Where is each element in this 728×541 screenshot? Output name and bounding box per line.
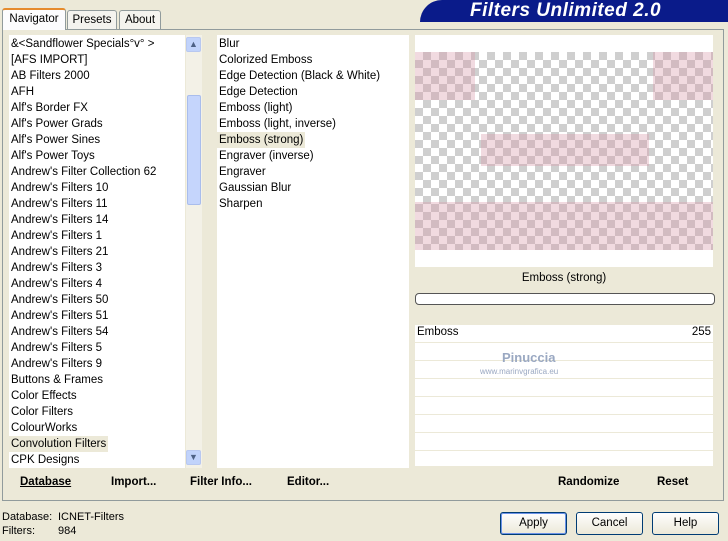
param-row-empty bbox=[415, 415, 713, 433]
category-item[interactable]: Andrew's Filters 3 bbox=[9, 260, 104, 276]
right-action-bar: Randomize Reset bbox=[415, 470, 713, 496]
filter-item[interactable]: Engraver (inverse) bbox=[217, 148, 316, 164]
filter-item[interactable]: Edge Detection bbox=[217, 84, 300, 100]
filter-item[interactable]: Emboss (strong) bbox=[217, 132, 306, 148]
category-item[interactable]: Andrew's Filters 9 bbox=[9, 356, 104, 372]
category-item[interactable]: [AFS IMPORT] bbox=[9, 52, 89, 68]
category-item[interactable]: &<Sandflower Specials°v° > bbox=[9, 36, 156, 52]
filter-info-button[interactable]: Filter Info... bbox=[190, 476, 252, 488]
param-row-empty bbox=[415, 361, 713, 379]
category-item[interactable]: Andrew's Filter Collection 62 bbox=[9, 164, 158, 180]
category-item[interactable]: Andrew's Filters 51 bbox=[9, 308, 110, 324]
scroll-down-icon[interactable]: ▼ bbox=[186, 450, 201, 465]
tab-presets[interactable]: Presets bbox=[67, 10, 117, 29]
app-title: Filters Unlimited 2.0 bbox=[470, 0, 662, 21]
category-list[interactable]: &<Sandflower Specials°v° > [AFS IMPORT] AB… bbox=[9, 35, 185, 468]
randomize-button[interactable]: Randomize bbox=[558, 476, 619, 488]
category-item[interactable]: Buttons & Frames bbox=[9, 372, 105, 388]
category-item[interactable]: Andrew's Filters 11 bbox=[9, 196, 110, 212]
database-button[interactable]: Database bbox=[20, 476, 71, 488]
import-button[interactable]: Import... bbox=[111, 476, 156, 488]
filter-item[interactable]: Colorized Emboss bbox=[217, 52, 314, 68]
apply-button[interactable]: Apply bbox=[500, 512, 567, 535]
filter-item[interactable]: Emboss (light) bbox=[217, 100, 295, 116]
left-action-bar: Database Import... Filter Info... Editor… bbox=[9, 470, 409, 496]
category-item[interactable]: Convolution Filters bbox=[9, 436, 109, 452]
param-row-empty bbox=[415, 379, 713, 397]
filter-item[interactable]: Blur bbox=[217, 36, 241, 52]
category-item[interactable]: Andrew's Filters 1 bbox=[9, 228, 104, 244]
param-row-empty bbox=[415, 397, 713, 415]
param-row-emboss[interactable]: Emboss 255 bbox=[415, 325, 713, 343]
editor-button[interactable]: Editor... bbox=[287, 476, 329, 488]
filter-item[interactable]: Emboss (light, inverse) bbox=[217, 116, 338, 132]
watermark-site: www.marinvgrafica.eu bbox=[480, 367, 559, 376]
help-button[interactable]: Help bbox=[652, 512, 719, 535]
category-item[interactable]: Alf's Power Toys bbox=[9, 148, 97, 164]
current-filter-name: Emboss (strong) bbox=[521, 272, 607, 284]
scroll-thumb[interactable] bbox=[187, 95, 201, 205]
filter-item[interactable]: Edge Detection (Black & White) bbox=[217, 68, 382, 84]
category-item[interactable]: Andrew's Filters 10 bbox=[9, 180, 110, 196]
category-item[interactable]: AB Filters 2000 bbox=[9, 68, 92, 84]
category-item[interactable]: Color Filters bbox=[9, 404, 75, 420]
watermark-name: Pinuccia bbox=[502, 350, 556, 365]
category-item[interactable]: Andrew's Filters 14 bbox=[9, 212, 110, 228]
tab-navigator[interactable]: Navigator bbox=[2, 8, 66, 30]
filter-item[interactable]: Gaussian Blur bbox=[217, 180, 293, 196]
cancel-button[interactable]: Cancel bbox=[576, 512, 643, 535]
category-scrollbar[interactable]: ▲ ▼ bbox=[186, 35, 202, 468]
category-item[interactable]: Color Effects bbox=[9, 388, 79, 404]
scroll-up-icon[interactable]: ▲ bbox=[186, 37, 201, 52]
category-item[interactable]: ColourWorks bbox=[9, 420, 79, 436]
category-item[interactable]: Andrew's Filters 54 bbox=[9, 324, 110, 340]
category-item[interactable]: Andrew's Filters 21 bbox=[9, 244, 110, 260]
filter-item[interactable]: Engraver bbox=[217, 164, 268, 180]
category-item[interactable]: AFH bbox=[9, 84, 36, 100]
category-item[interactable]: Alf's Power Sines bbox=[9, 132, 102, 148]
progress-bar bbox=[415, 293, 715, 305]
category-item[interactable]: Alf's Power Grads bbox=[9, 116, 105, 132]
tab-about[interactable]: About bbox=[119, 10, 161, 29]
category-item[interactable]: Andrew's Filters 50 bbox=[9, 292, 110, 308]
reset-button[interactable]: Reset bbox=[657, 476, 688, 488]
preview-image bbox=[415, 52, 713, 250]
param-label: Emboss bbox=[417, 326, 459, 338]
param-row-empty bbox=[415, 451, 713, 467]
param-value: 255 bbox=[691, 326, 711, 338]
category-item[interactable]: Andrew's Filters 4 bbox=[9, 276, 104, 292]
status-database-value: ICNET-Filters bbox=[58, 511, 124, 523]
status-filters-value: 984 bbox=[58, 525, 77, 537]
category-item[interactable]: Andrew's Filters 5 bbox=[9, 340, 104, 356]
status-filters-label: Filters: bbox=[2, 525, 35, 537]
category-item[interactable]: Alf's Border FX bbox=[9, 100, 90, 116]
status-database-label: Database: bbox=[2, 511, 53, 523]
filter-list[interactable]: Blur Colorized Emboss Edge Detection (Blac… bbox=[217, 35, 409, 468]
param-row-empty bbox=[415, 433, 713, 451]
filter-item[interactable]: Sharpen bbox=[217, 196, 264, 212]
category-item[interactable]: CPK Designs bbox=[9, 452, 81, 468]
param-row-empty bbox=[415, 343, 713, 361]
